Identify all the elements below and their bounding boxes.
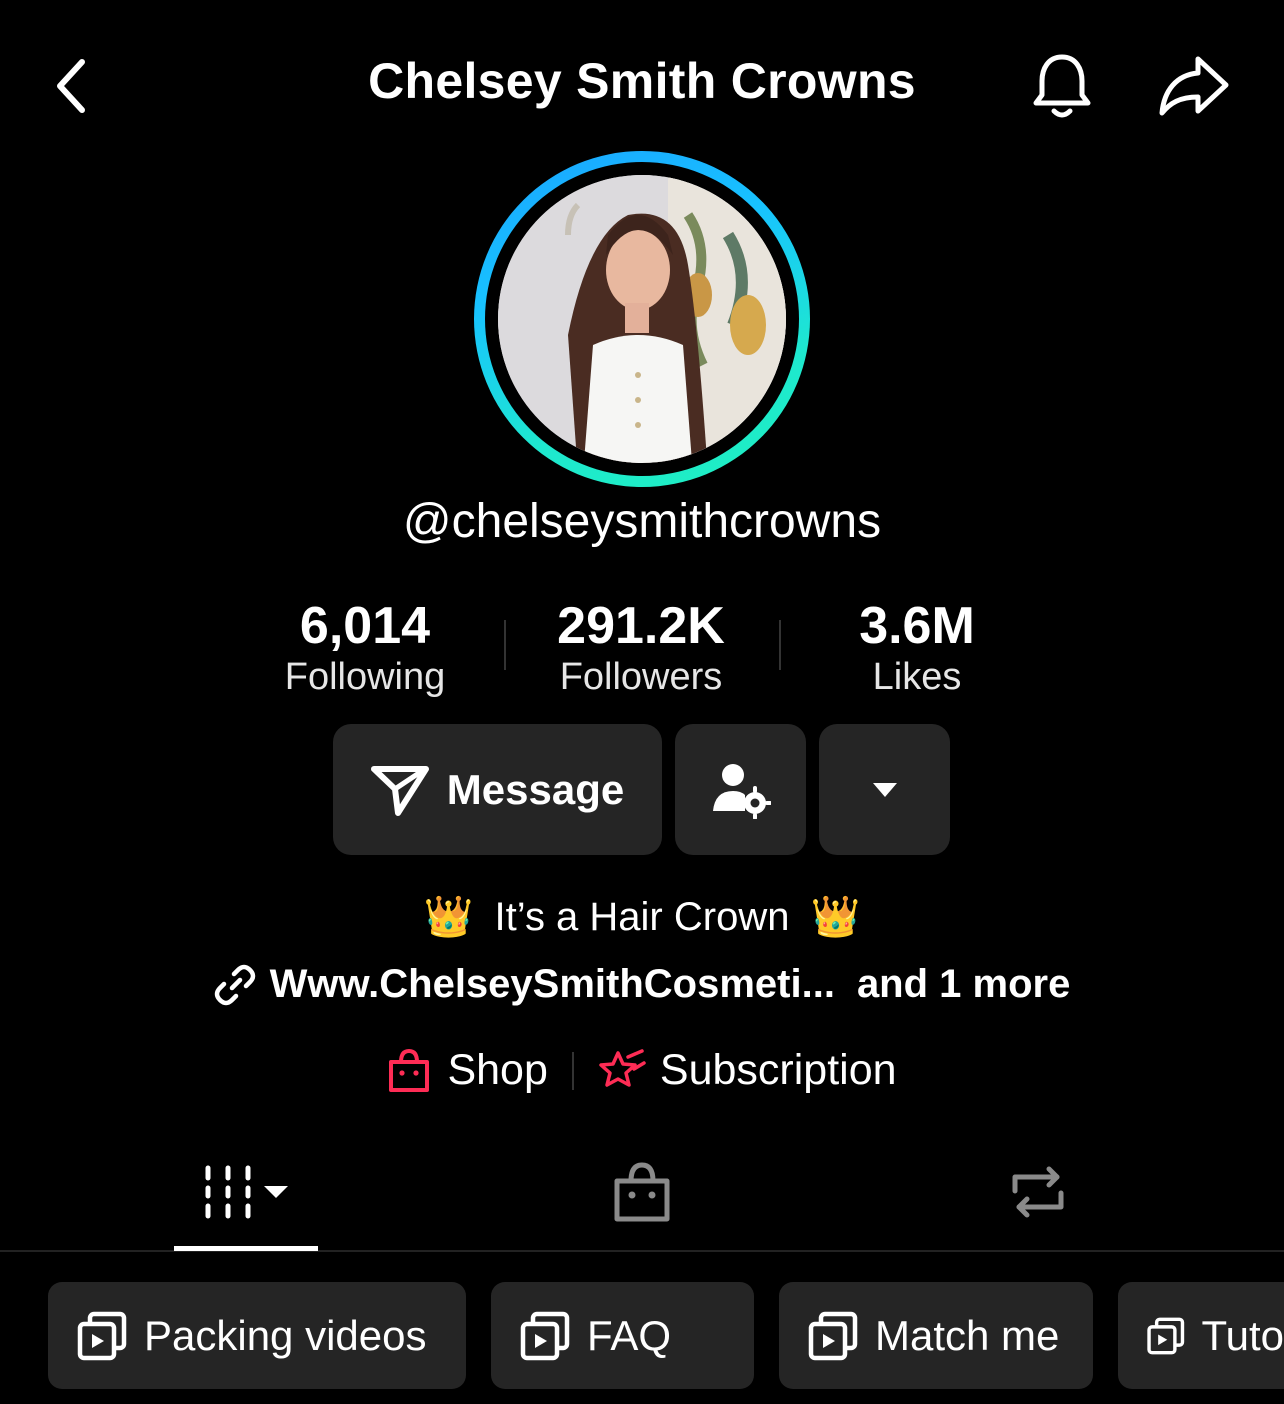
playlist-icon <box>77 1311 127 1360</box>
playlist-label: Packing videos <box>144 1311 427 1359</box>
stat-value: 291.2K <box>557 597 725 655</box>
stat-label: Likes <box>872 656 962 698</box>
tab-shop[interactable] <box>570 1152 714 1232</box>
stat-label: Following <box>284 656 446 698</box>
stat-following[interactable]: 6,014 Following <box>235 596 495 699</box>
link-icon <box>214 964 255 1005</box>
tab-videos[interactable] <box>174 1152 318 1232</box>
playlist-icon <box>808 1311 858 1360</box>
grid-icon <box>205 1165 288 1219</box>
shopping-bag-icon <box>614 1162 670 1222</box>
stat-label: Followers <box>559 656 723 698</box>
manage-user-button[interactable] <box>675 724 806 855</box>
commerce-row: Shop Subscription <box>0 1046 1284 1095</box>
playlist-label: FAQ <box>587 1311 672 1359</box>
stat-divider <box>504 620 506 670</box>
avatar[interactable] <box>474 151 810 487</box>
stat-value: 3.6M <box>859 597 975 655</box>
bio-link-row[interactable]: Www.ChelseySmithCosmeti... and 1 more <box>0 962 1284 1007</box>
notifications-button[interactable] <box>1024 48 1100 124</box>
stat-divider <box>779 620 781 670</box>
more-options-button[interactable] <box>819 724 950 855</box>
username: @chelseysmithcrowns <box>402 495 882 548</box>
playlist-label: Match me <box>875 1311 1060 1359</box>
crown-emoji: 👑 <box>810 895 861 939</box>
playlist-chip[interactable]: Tuto <box>1118 1282 1284 1389</box>
stat-followers[interactable]: 291.2K Followers <box>511 596 771 699</box>
bell-icon <box>1033 54 1091 118</box>
message-label: Message <box>446 765 625 813</box>
playlist-label: Tuto <box>1201 1311 1284 1359</box>
playlist-chip[interactable]: FAQ <box>491 1282 754 1389</box>
active-tab-indicator <box>174 1246 318 1251</box>
share-icon <box>1159 56 1229 116</box>
bio-link[interactable]: Www.ChelseySmithCosmeti... <box>270 962 835 1007</box>
person-settings-icon <box>712 763 771 819</box>
commerce-divider <box>571 1051 574 1090</box>
bio: 👑 It’s a Hair Crown 👑 <box>0 893 1284 940</box>
stat-likes: 3.6M Likes <box>787 596 1047 699</box>
avatar-photo <box>498 175 786 463</box>
bio-text: It’s a Hair Crown <box>494 895 790 939</box>
bio-link-more[interactable]: and 1 more <box>857 962 1070 1007</box>
message-button[interactable]: Message <box>333 724 662 855</box>
tab-reposts[interactable] <box>966 1152 1110 1232</box>
shop-link[interactable]: Shop <box>387 1046 548 1095</box>
playlist-chip[interactable]: Match me <box>779 1282 1093 1389</box>
subscription-star-icon <box>599 1048 646 1087</box>
shopping-bag-icon <box>389 1048 430 1092</box>
shop-label: Shop <box>447 1046 548 1094</box>
send-icon <box>370 765 429 816</box>
stat-value: 6,014 <box>299 597 431 655</box>
share-button[interactable] <box>1152 48 1236 124</box>
playlist-chip[interactable]: Packing videos <box>48 1282 466 1389</box>
crown-emoji: 👑 <box>423 895 474 939</box>
playlist-icon <box>520 1311 570 1360</box>
caret-down-icon <box>872 782 897 797</box>
playlist-icon <box>1147 1317 1185 1354</box>
repost-icon <box>1012 1166 1064 1218</box>
subscription-label: Subscription <box>659 1046 897 1094</box>
subscription-link[interactable]: Subscription <box>598 1046 897 1095</box>
